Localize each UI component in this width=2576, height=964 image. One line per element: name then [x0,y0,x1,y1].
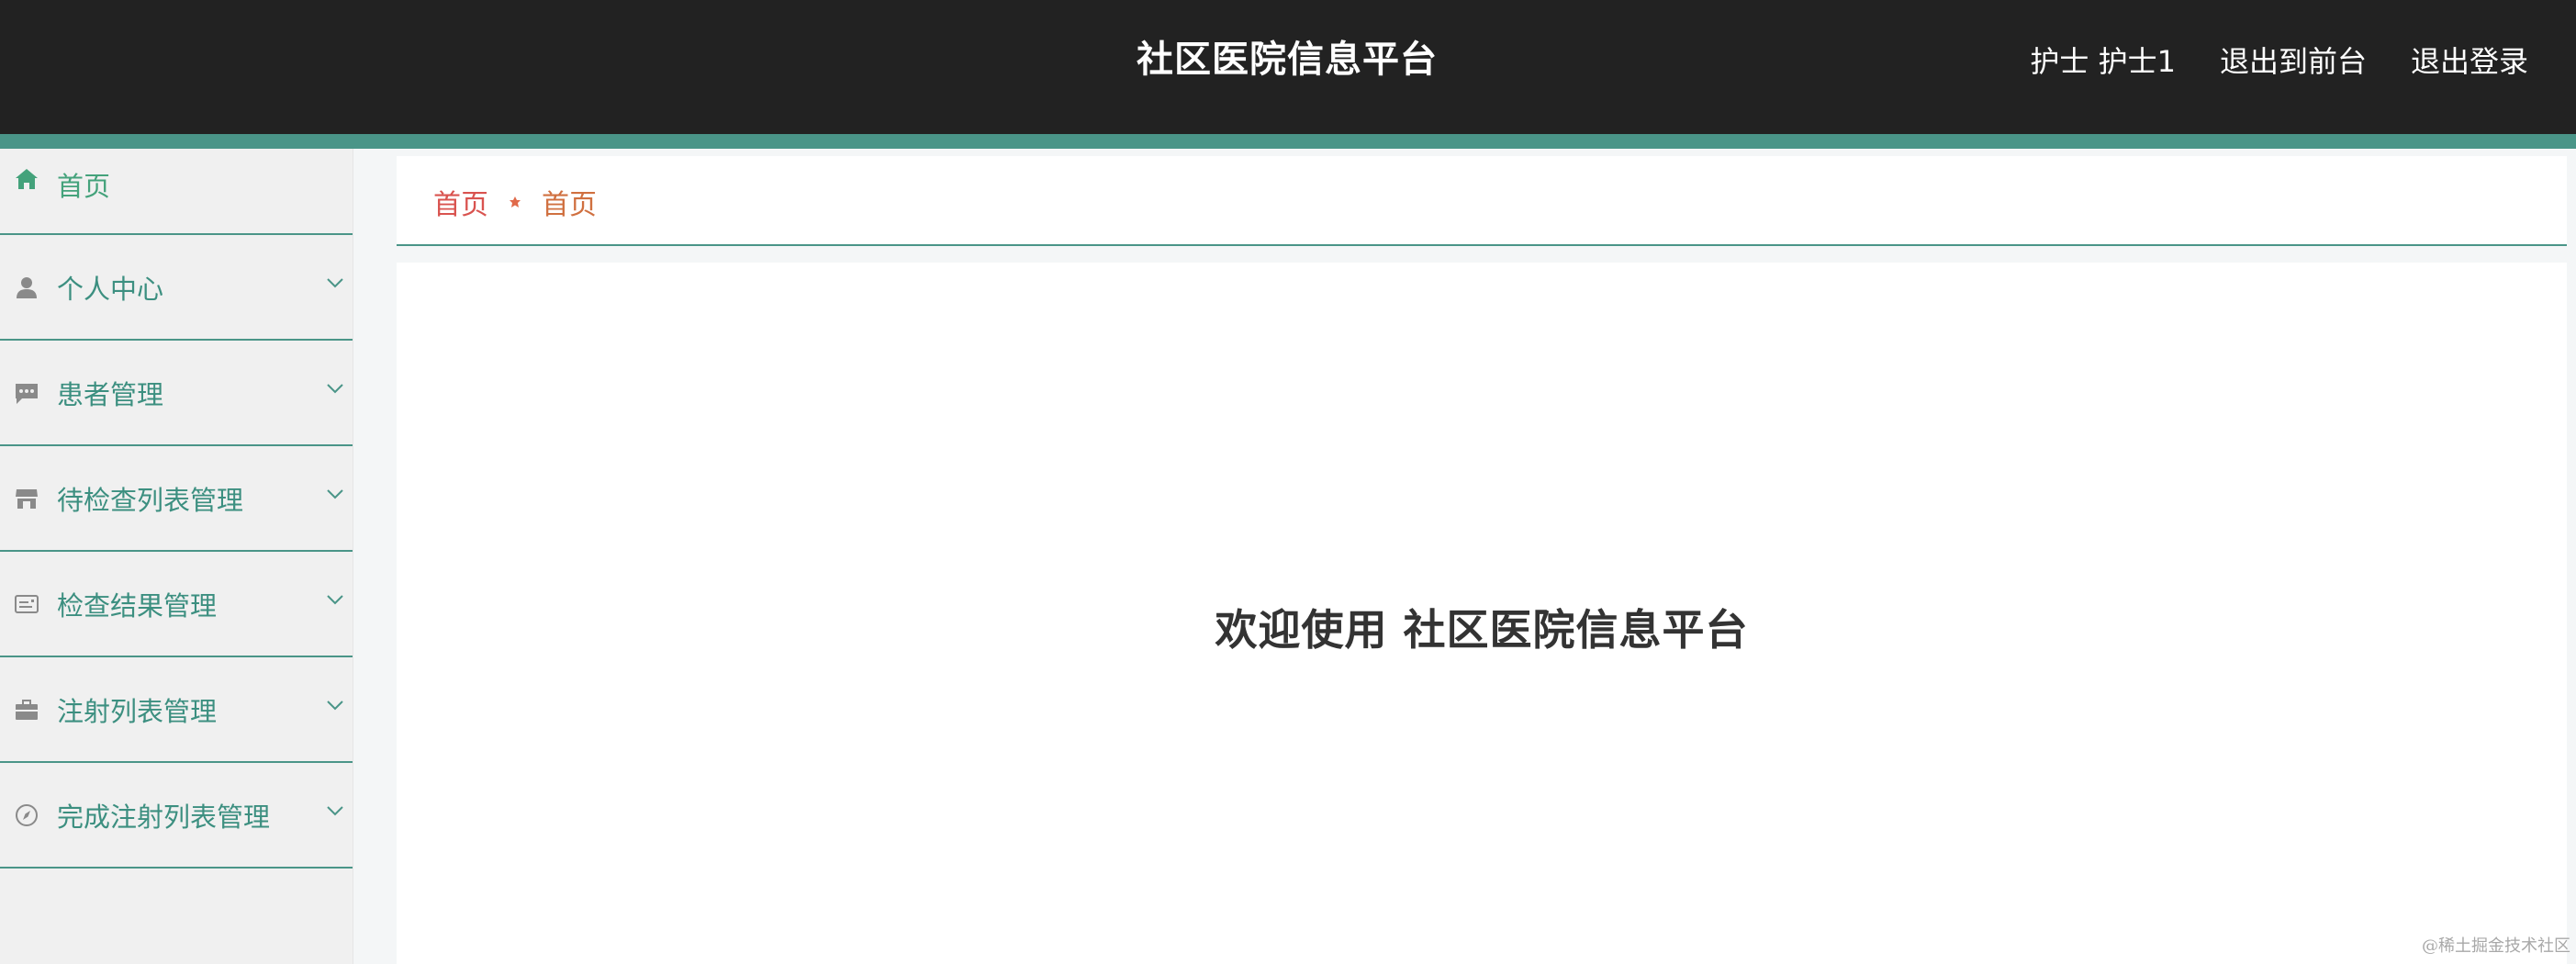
sidebar-item-label: 首页 [57,171,111,202]
compass-icon [13,801,40,829]
back-to-front-link[interactable]: 退出到前台 [2220,39,2367,81]
sidebar-item-pending-exam-list[interactable]: 待检查列表管理 [0,446,353,552]
logout-link[interactable]: 退出登录 [2411,39,2528,81]
home-icon [13,165,40,193]
flower-separator-icon [507,194,523,210]
chevron-down-icon [327,277,343,287]
chevron-down-icon [327,700,343,710]
sidebar: 首页 个人中心 患者管理 待检查列表管理 检查结果管理 注射列表管理 完成注射列… [0,149,353,964]
store-icon [13,485,40,512]
header-actions: 护士 护士1 退出到前台 退出登录 [2030,0,2528,119]
sidebar-item-exam-results[interactable]: 检查结果管理 [0,552,353,657]
sidebar-item-label: 待检查列表管理 [57,484,244,516]
user-name: 护士1 [2098,44,2176,79]
sidebar-item-injection-list[interactable]: 注射列表管理 [0,657,353,763]
sidebar-item-patient-management[interactable]: 患者管理 [0,341,353,446]
breadcrumb: 首页 首页 [433,182,597,222]
chevron-down-icon [327,805,343,815]
sidebar-item-label: 检查结果管理 [57,589,218,622]
breadcrumb-item-current[interactable]: 首页 [542,182,597,222]
chat-icon [13,379,40,407]
sidebar-item-completed-injection-list[interactable]: 完成注射列表管理 [0,763,353,869]
chevron-down-icon [327,594,343,604]
main-content: 欢迎使用 社区医院信息平台 [397,263,2567,964]
sidebar-item-label: 患者管理 [57,378,164,410]
current-user: 护士 护士1 [2030,39,2176,81]
briefcase-icon [13,696,40,723]
sidebar-item-home[interactable]: 首页 [0,149,353,235]
sidebar-item-label: 个人中心 [57,273,164,305]
header-accent-bar [0,134,2576,149]
chevron-down-icon [327,383,343,393]
user-role: 护士 [2030,44,2089,79]
id-card-icon [13,590,40,618]
breadcrumb-item-home[interactable]: 首页 [433,182,488,222]
user-icon [13,274,40,301]
welcome-message: 欢迎使用 社区医院信息平台 [1215,605,1749,655]
app-title-text: 社区医院信息平台 [1137,39,1438,81]
sidebar-item-label: 完成注射列表管理 [57,801,271,833]
chevron-down-icon [327,488,343,499]
breadcrumb-panel: 首页 首页 [397,156,2567,246]
watermark: @稀土掘金技术社区 [2422,936,2570,956]
sidebar-item-label: 注射列表管理 [57,695,218,727]
sidebar-item-personal-center[interactable]: 个人中心 [0,235,353,341]
